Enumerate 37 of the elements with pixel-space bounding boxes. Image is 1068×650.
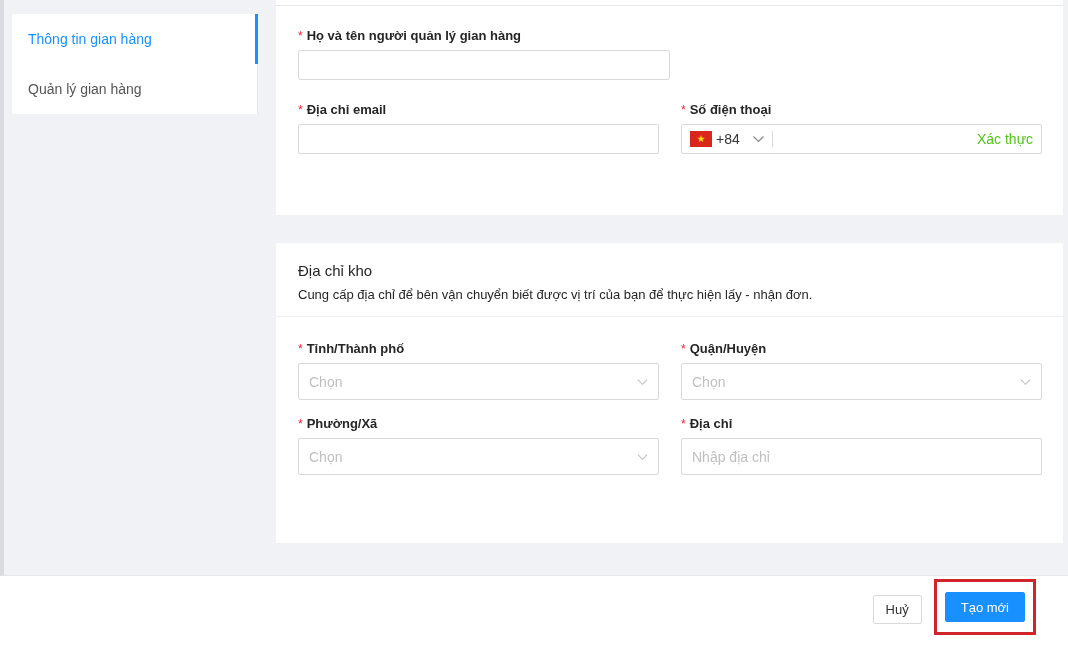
sidebar-item[interactable]: Quản lý gian hàng <box>12 64 257 114</box>
input-field[interactable]: Nhập địa chỉ <box>681 438 1042 475</box>
required-asterisk: * <box>298 342 303 356</box>
required-asterisk: * <box>681 417 686 431</box>
sidebar-item[interactable]: Thông tin gian hàng <box>12 14 258 64</box>
field-label: Phường/Xã <box>306 416 378 431</box>
section-description: Cung cấp địa chỉ để bên vận chuyển biết được vị trí của bạn để thực hiện lấy - nhận đơn. <box>298 287 814 302</box>
chevron-down-icon <box>637 377 648 386</box>
cancel-button[interactable]: Huỷ <box>872 595 922 624</box>
select-placeholder: Chọn <box>692 373 726 390</box>
required-asterisk: * <box>681 342 686 356</box>
required-asterisk: * <box>298 103 303 117</box>
phone-field[interactable]: +84 Xác thực <box>681 124 1042 154</box>
select-placeholder: Chọn <box>309 373 343 390</box>
input-field[interactable] <box>298 124 659 154</box>
chevron-down-icon <box>1020 377 1031 386</box>
select-field[interactable]: Chọn <box>298 438 659 475</box>
create-button[interactable]: Tạo mới <box>944 592 1025 622</box>
required-asterisk: * <box>681 103 686 117</box>
required-asterisk: * <box>298 29 303 43</box>
verify-link[interactable]: Xác thực <box>976 131 1033 147</box>
required-asterisk: * <box>298 417 303 431</box>
chevron-down-icon <box>751 135 765 143</box>
select-field[interactable]: Chọn <box>681 363 1042 400</box>
input-field[interactable] <box>298 50 670 80</box>
field-label: Tỉnh/Thành phố <box>306 341 405 356</box>
field-label: Quận/Huyện <box>689 341 767 356</box>
chevron-down-icon <box>637 452 648 461</box>
field-label: Địa chỉ <box>689 416 733 431</box>
field-label: Họ và tên người quản lý gian hàng <box>306 28 522 43</box>
select-placeholder: Chọn <box>309 448 343 465</box>
select-field[interactable]: Chọn <box>298 363 659 400</box>
section-title: Địa chỉ kho <box>298 262 374 279</box>
country-code[interactable]: +84 <box>716 131 740 147</box>
field-label: Số điện thoại <box>689 102 772 117</box>
flag-icon <box>690 131 712 147</box>
field-label: Địa chỉ email <box>306 102 387 117</box>
